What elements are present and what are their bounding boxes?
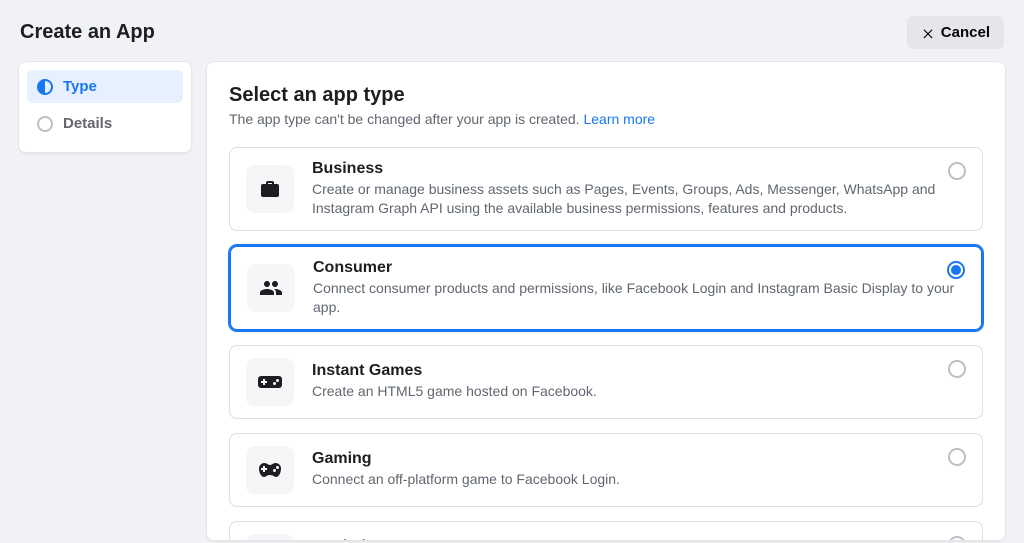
option-title: Workplace: [312, 538, 966, 541]
briefcase-icon: [246, 165, 294, 213]
gamepad-icon: [246, 358, 294, 406]
workplace-icon: [246, 534, 294, 541]
page-header: Create an App Cancel: [0, 0, 1024, 61]
option-desc: Connect an off-platform game to Facebook…: [312, 470, 966, 489]
main-panel: Select an app type The app type can't be…: [206, 61, 1006, 541]
option-title: Instant Games: [312, 362, 966, 380]
radio-indicator: [948, 448, 966, 466]
option-desc: Create or manage business assets such as…: [312, 180, 966, 218]
step-details[interactable]: Details: [27, 107, 183, 140]
option-workplace[interactable]: Workplace Create enterprise tools for Wo…: [229, 521, 983, 541]
section-title: Select an app type: [229, 84, 983, 107]
step-indicator-icon: [37, 79, 53, 95]
radio-indicator: [948, 536, 966, 541]
step-indicator-icon: [37, 116, 53, 132]
close-icon: [921, 26, 935, 40]
learn-more-link[interactable]: Learn more: [583, 111, 655, 127]
page-title: Create an App: [20, 21, 155, 44]
people-icon: [247, 264, 295, 312]
game-controller-icon: [246, 446, 294, 494]
option-title: Business: [312, 160, 966, 178]
step-type[interactable]: Type: [27, 70, 183, 103]
step-label: Type: [63, 78, 97, 95]
radio-indicator: [948, 162, 966, 180]
option-consumer[interactable]: Consumer Connect consumer products and p…: [229, 245, 983, 331]
option-title: Consumer: [313, 259, 965, 277]
step-label: Details: [63, 115, 112, 132]
option-business[interactable]: Business Create or manage business asset…: [229, 147, 983, 231]
section-subtitle: The app type can't be changed after your…: [229, 111, 983, 127]
steps-sidebar: Type Details: [18, 61, 192, 153]
option-instant-games[interactable]: Instant Games Create an HTML5 game hoste…: [229, 345, 983, 419]
cancel-label: Cancel: [941, 24, 990, 41]
radio-indicator: [947, 261, 965, 279]
option-title: Gaming: [312, 450, 966, 468]
radio-indicator: [948, 360, 966, 378]
cancel-button[interactable]: Cancel: [907, 16, 1004, 49]
option-desc: Connect consumer products and permission…: [313, 279, 965, 317]
option-gaming[interactable]: Gaming Connect an off-platform game to F…: [229, 433, 983, 507]
option-desc: Create an HTML5 game hosted on Facebook.: [312, 382, 966, 401]
